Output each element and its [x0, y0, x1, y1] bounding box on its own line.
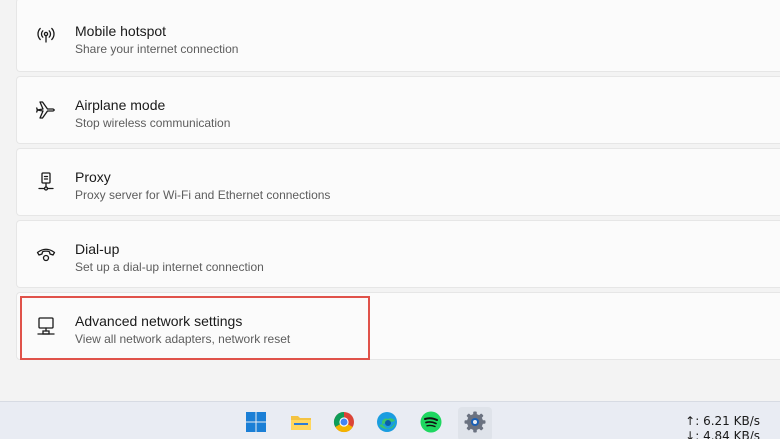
edge-button[interactable] [370, 407, 404, 439]
mobile-hotspot-setting[interactable]: Mobile hotspot Share your internet conne… [16, 0, 780, 72]
dial-up-setting[interactable]: Dial-up Set up a dial-up internet connec… [16, 220, 780, 288]
settings-icon [463, 410, 487, 439]
chrome-icon [332, 410, 356, 439]
proxy-icon [35, 171, 57, 193]
upload-speed: ↑: 6.21 KB/s [685, 414, 760, 428]
taskbar: ↑: 6.21 KB/s ↓: 4.84 KB/s [0, 401, 780, 439]
download-speed: ↓: 4.84 KB/s [685, 429, 760, 439]
file-explorer-button[interactable] [284, 407, 318, 439]
proxy-setting[interactable]: Proxy Proxy server for Wi-Fi and Etherne… [16, 148, 780, 216]
dial-up-title: Dial-up [75, 241, 120, 257]
file-explorer-icon [289, 411, 313, 438]
airplane-mode-setting[interactable]: Airplane mode Stop wireless communicatio… [16, 76, 780, 144]
advanced-network-settings-title: Advanced network settings [75, 313, 243, 329]
spotify-button[interactable] [414, 407, 448, 439]
start-button[interactable] [239, 407, 273, 439]
mobile-hotspot-title: Mobile hotspot [75, 23, 167, 39]
proxy-title: Proxy [75, 169, 111, 185]
advanced-network-settings-setting[interactable]: Advanced network settings View all netwo… [16, 292, 780, 360]
network-adapter-icon [35, 315, 57, 337]
chrome-button[interactable] [327, 407, 361, 439]
dial-up-description: Set up a dial-up internet connection [75, 260, 264, 274]
mobile-hotspot-description: Share your internet connection [75, 42, 239, 56]
start-icon [245, 411, 267, 438]
network-speed-indicator[interactable]: ↑: 6.21 KB/s ↓: 4.84 KB/s [685, 414, 760, 439]
edge-icon [375, 410, 399, 439]
airplane-mode-description: Stop wireless communication [75, 116, 231, 130]
spotify-icon [419, 410, 443, 439]
airplane-mode-title: Airplane mode [75, 97, 166, 113]
dial-up-icon [35, 243, 57, 265]
advanced-network-settings-description: View all network adapters, network reset [75, 332, 291, 346]
hotspot-icon [35, 24, 57, 46]
settings-taskbar-button[interactable] [458, 407, 492, 439]
settings-page: Mobile hotspot Share your internet conne… [0, 0, 780, 439]
airplane-icon [35, 99, 57, 121]
proxy-description: Proxy server for Wi-Fi and Ethernet conn… [75, 188, 331, 202]
